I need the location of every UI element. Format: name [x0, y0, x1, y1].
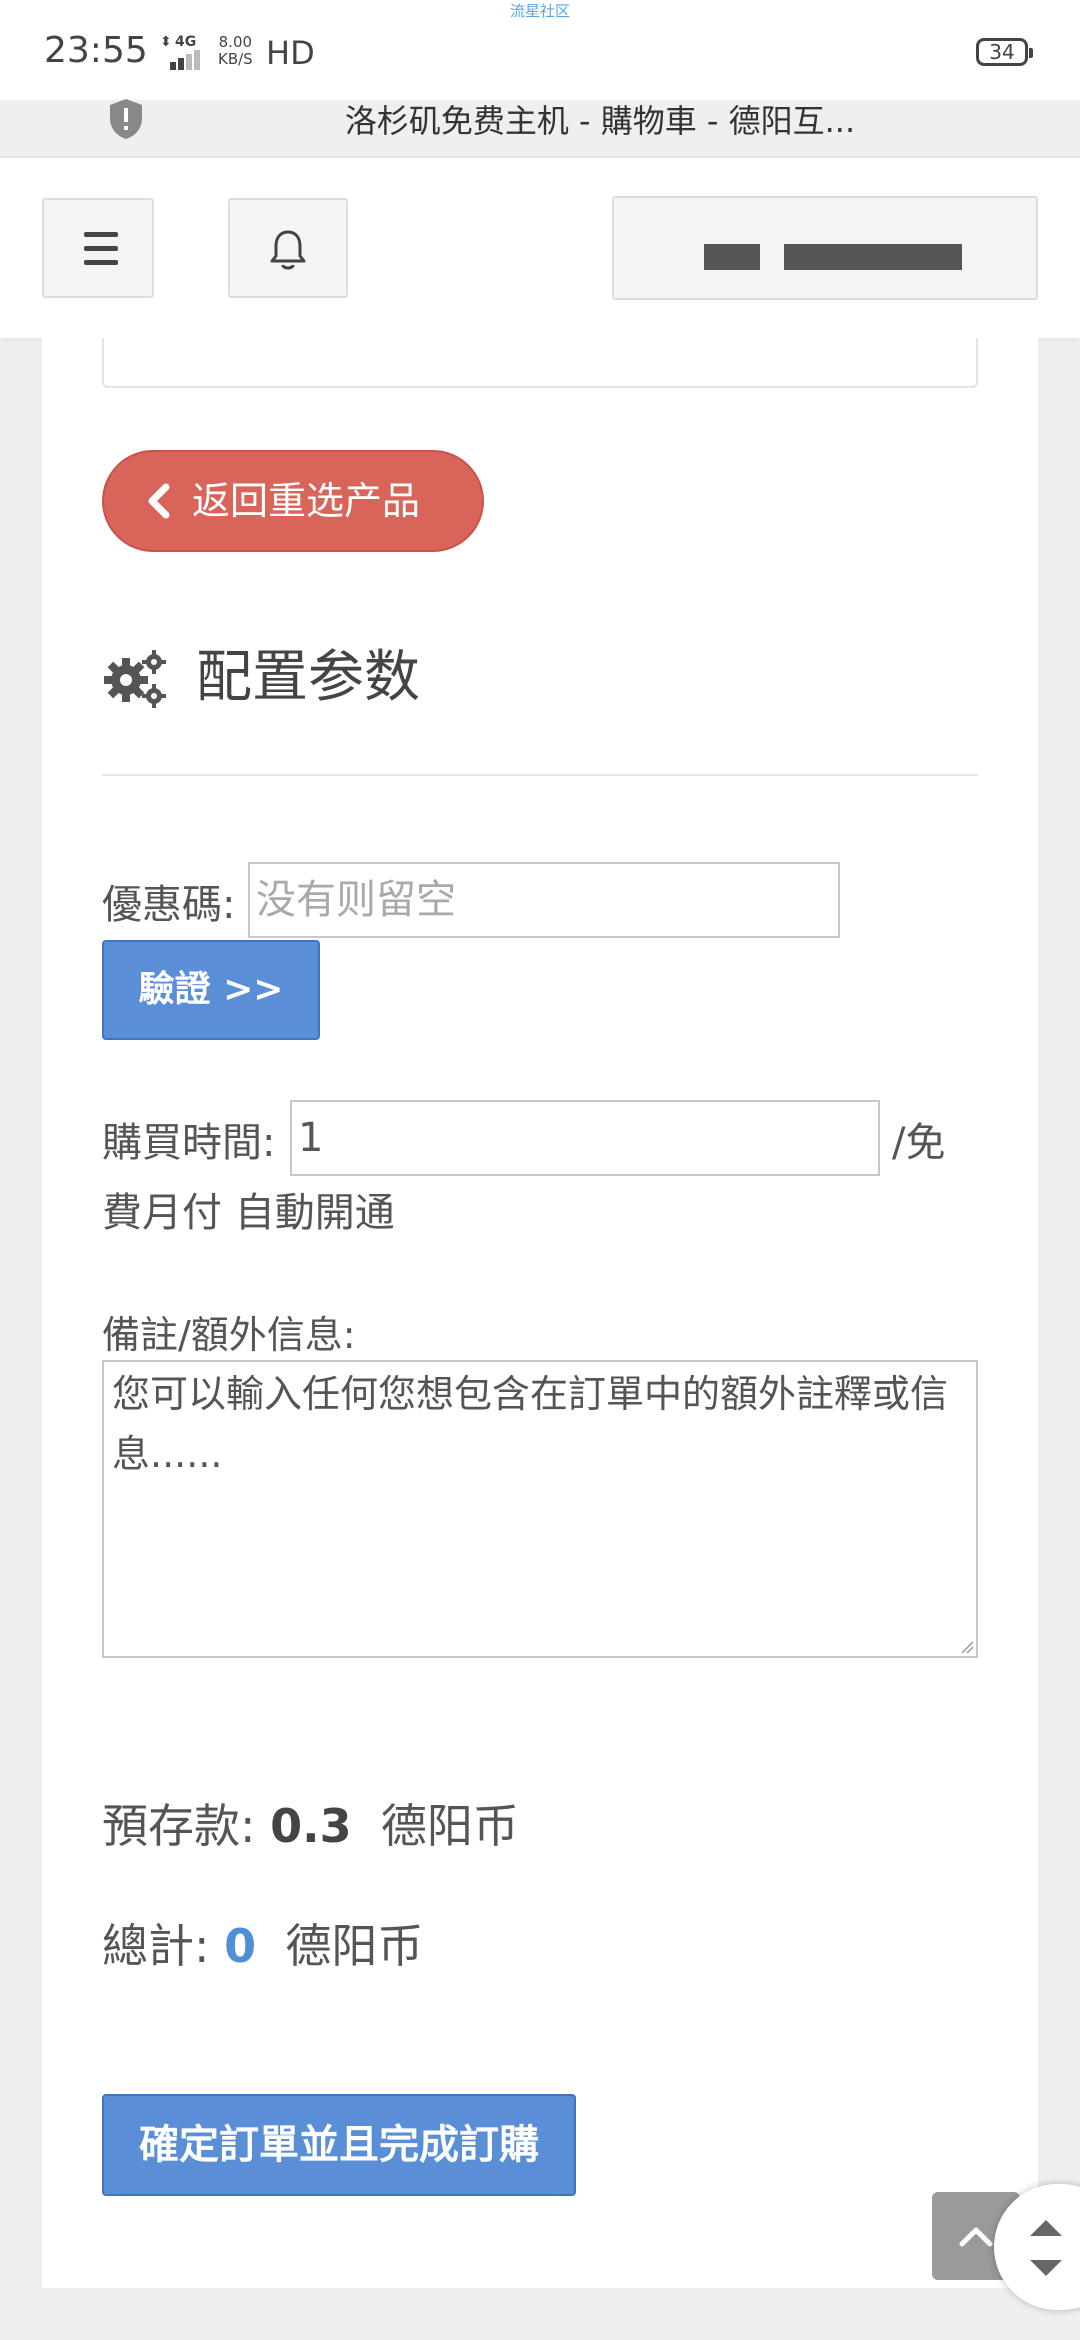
- total-unit: 德阳币: [285, 1919, 424, 1973]
- bell-icon: [270, 230, 306, 270]
- notes-label: 備註/額外信息:: [102, 1313, 356, 1357]
- status-time: 23:55: [44, 30, 148, 71]
- redacted-block: [704, 244, 760, 270]
- balance-value: 0.3: [270, 1799, 352, 1853]
- speed-unit: KB/S: [218, 50, 253, 68]
- network-type: 4G: [175, 34, 197, 50]
- arrow-down-icon: [1030, 2260, 1062, 2276]
- site-header: [0, 158, 1080, 338]
- redacted-block: [784, 244, 962, 270]
- speed-value: 8.00: [218, 33, 253, 51]
- security-shield-icon[interactable]: [108, 98, 144, 140]
- battery-level: 34: [989, 40, 1015, 64]
- coupon-label: 優惠碼:: [102, 882, 236, 928]
- gears-icon: [104, 650, 166, 708]
- battery-icon: 34: [976, 38, 1033, 66]
- notes-textarea[interactable]: 您可以輸入任何您想包含在訂單中的額外註釋或信息......: [102, 1360, 978, 1658]
- page-title: 洛杉矶免费主机 - 購物車 - 德阳互...: [344, 102, 856, 140]
- total-line: 總計: 0 德阳币: [102, 1910, 423, 1976]
- duration-suffix-continued: 費月付 自動開通: [102, 1190, 395, 1236]
- arrow-up-icon: [1030, 2220, 1062, 2236]
- total-value: 0: [224, 1919, 257, 1973]
- data-arrows-icon: ⬍: [160, 34, 172, 50]
- coupon-input[interactable]: [248, 862, 840, 938]
- notifications-button[interactable]: [228, 198, 348, 298]
- duration-label: 購買時間:: [102, 1120, 276, 1166]
- hd-indicator: HD: [266, 34, 315, 72]
- duration-input[interactable]: [290, 1100, 880, 1176]
- balance-unit: 德阳币: [380, 1799, 519, 1853]
- resize-handle-icon[interactable]: [960, 1640, 974, 1654]
- balance-label: 預存款:: [102, 1799, 256, 1853]
- signal-icon: [170, 50, 210, 70]
- submit-order-button[interactable]: 確定訂單並且完成訂購: [102, 2094, 576, 2196]
- user-account-button[interactable]: [612, 196, 1038, 300]
- chevron-left-icon: [148, 483, 170, 519]
- previous-box: [102, 338, 978, 388]
- total-label: 總計:: [102, 1919, 210, 1973]
- back-button-label: 返回重选产品: [192, 479, 421, 523]
- section-title: 配置参数: [196, 645, 420, 710]
- duration-suffix: /免: [892, 1120, 946, 1166]
- watermark-text: 流星社区: [509, 2, 570, 20]
- menu-button[interactable]: [42, 198, 154, 298]
- status-bar: 流星社区 23:55 ⬍ 4G 8.00 KB/S HD 34: [0, 0, 1080, 100]
- balance-line: 預存款: 0.3 德阳币: [102, 1790, 519, 1856]
- order-panel: 返回重选产品 配置参数 優惠碼: 驗證 >>: [42, 338, 1038, 2288]
- chevron-up-icon: [959, 2227, 993, 2247]
- verify-coupon-button[interactable]: 驗證 >>: [102, 940, 320, 1040]
- back-button[interactable]: 返回重选产品: [102, 450, 484, 552]
- divider: [102, 774, 978, 776]
- network-speed: 8.00 KB/S: [218, 34, 253, 68]
